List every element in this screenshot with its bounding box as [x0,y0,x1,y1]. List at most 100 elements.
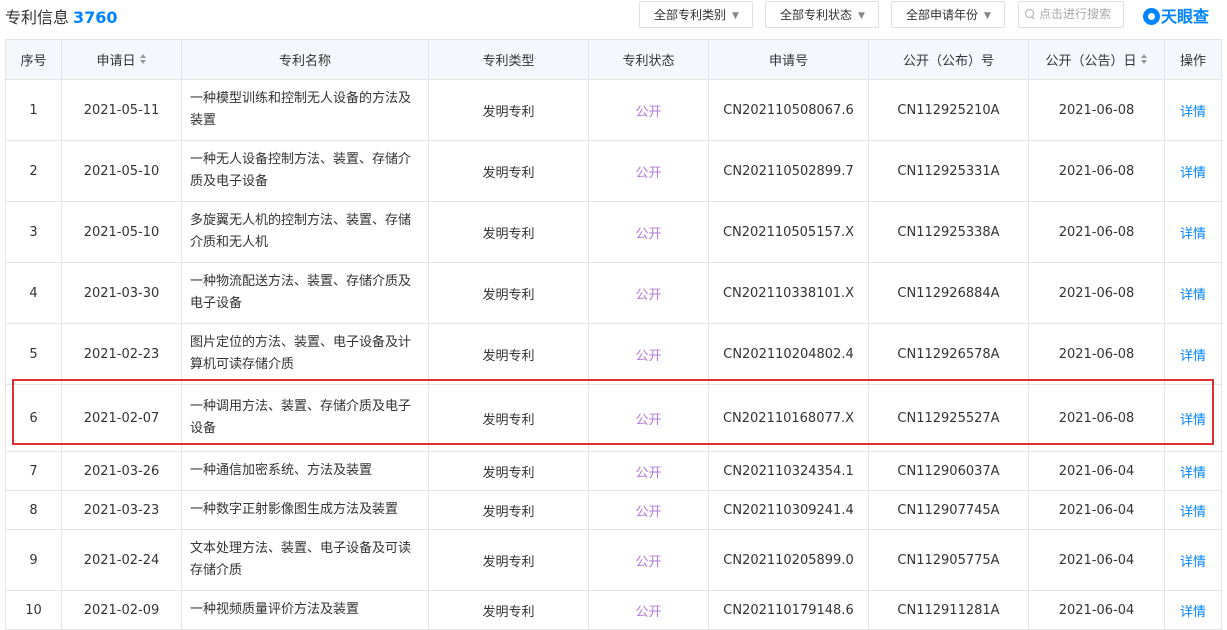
col-header-patent-status: 专利状态 [588,39,709,80]
table-row: 5 2021-02-23 图片定位的方法、装置、电子设备及计算机可读存储介质 发明专利… [5,323,1222,385]
cell-index: 8 [5,490,62,530]
cell-index: 9 [5,529,62,591]
cell-application-number: CN202110505157.X [708,201,869,263]
cell-publication-date: 2021-06-04 [1028,529,1165,591]
cell-patent-status: 公开 [588,490,709,530]
filter-label: 全部专利状态 [780,8,853,22]
search-icon [1025,9,1035,20]
cell-publication-date: 2021-06-04 [1028,451,1165,491]
sort-icon[interactable] [1140,54,1148,66]
cell-patent-status: 公开 [588,451,709,491]
details-link[interactable]: 详情 [1164,201,1222,263]
filter-patent-status[interactable]: 全部专利状态 ▼ [765,1,879,28]
table-row: 7 2021-03-26 一种通信加密系统、方法及装置 发明专利 公开 CN2021103… [5,451,1222,491]
cell-application-number: CN202110168077.X [708,384,869,452]
cell-patent-type: 发明专利 [428,262,589,324]
cell-patent-name: 一种通信加密系统、方法及装置 [181,451,429,491]
details-link[interactable]: 详情 [1164,262,1222,324]
cell-index: 3 [5,201,62,263]
cell-publication-date: 2021-06-08 [1028,79,1165,141]
table-row: 6 2021-02-07 一种调用方法、装置、存储介质及电子设备 发明专利 公开 CN20… [5,384,1222,452]
details-link[interactable]: 详情 [1164,590,1222,630]
page-title: 专利信息 3760 [5,4,118,28]
cell-application-date: 2021-02-23 [61,323,182,385]
cell-application-date: 2021-02-07 [61,384,182,452]
details-link[interactable]: 详情 [1164,490,1222,530]
col-header-publication-number: 公开（公布）号 [868,39,1029,80]
cell-patent-name: 一种调用方法、装置、存储介质及电子设备 [181,384,429,452]
cell-publication-number: CN112911281A [868,590,1029,630]
details-link[interactable]: 详情 [1164,79,1222,141]
cell-patent-name: 一种无人设备控制方法、装置、存储介质及电子设备 [181,140,429,202]
cell-application-number: CN202110204802.4 [708,323,869,385]
filter-application-year[interactable]: 全部申请年份 ▼ [891,1,1005,28]
col-header-application-date[interactable]: 申请日 [61,39,182,80]
search-input[interactable]: 点击进行搜索 [1018,1,1124,28]
cell-index: 2 [5,140,62,202]
cell-patent-type: 发明专利 [428,384,589,452]
details-link[interactable]: 详情 [1164,323,1222,385]
cell-patent-name: 图片定位的方法、装置、电子设备及计算机可读存储介质 [181,323,429,385]
cell-index: 5 [5,323,62,385]
cell-publication-date: 2021-06-08 [1028,262,1165,324]
details-link[interactable]: 详情 [1164,451,1222,491]
cell-index: 10 [5,590,62,630]
cell-publication-number: CN112925331A [868,140,1029,202]
cell-application-number: CN202110338101.X [708,262,869,324]
cell-patent-type: 发明专利 [428,79,589,141]
cell-application-date: 2021-02-09 [61,590,182,630]
cell-patent-status: 公开 [588,140,709,202]
cell-application-number: CN202110309241.4 [708,490,869,530]
cell-application-number: CN202110205899.0 [708,529,869,591]
details-link[interactable]: 详情 [1164,529,1222,591]
sort-icon[interactable] [139,54,147,66]
cell-index: 6 [5,384,62,452]
top-bar: 专利信息 3760 全部专利类别 ▼ 全部专利状态 ▼ 全部申请年份 ▼ 点击进行搜索 … [0,0,1227,38]
chevron-down-icon: ▼ [984,11,991,21]
cell-application-date: 2021-03-30 [61,262,182,324]
cell-application-number: CN202110179148.6 [708,590,869,630]
cell-patent-name: 多旋翼无人机的控制方法、装置、存储介质和无人机 [181,201,429,263]
cell-patent-status: 公开 [588,529,709,591]
cell-publication-date: 2021-06-04 [1028,490,1165,530]
search-placeholder: 点击进行搜索 [1039,7,1112,21]
cell-patent-name: 文本处理方法、装置、电子设备及可读存储介质 [181,529,429,591]
col-header-patent-type: 专利类型 [428,39,589,80]
cell-publication-number: CN112905775A [868,529,1029,591]
cell-patent-type: 发明专利 [428,451,589,491]
col-header-index: 序号 [5,39,62,80]
cell-publication-number: CN112926578A [868,323,1029,385]
filter-patent-category[interactable]: 全部专利类别 ▼ [639,1,753,28]
table-row: 1 2021-05-11 一种模型训练和控制无人设备的方法及装置 发明专利 公开 CN20… [5,79,1222,141]
cell-patent-status: 公开 [588,201,709,263]
cell-publication-date: 2021-06-08 [1028,140,1165,202]
cell-application-date: 2021-05-11 [61,79,182,141]
cell-patent-status: 公开 [588,384,709,452]
cell-patent-type: 发明专利 [428,201,589,263]
patent-count: 3760 [73,8,118,27]
cell-application-date: 2021-02-24 [61,529,182,591]
table-body: 1 2021-05-11 一种模型训练和控制无人设备的方法及装置 发明专利 公开 CN20… [5,79,1222,630]
cell-publication-number: CN112906037A [868,451,1029,491]
table-row: 3 2021-05-10 多旋翼无人机的控制方法、装置、存储介质和无人机 发明专利 公开… [5,201,1222,263]
cell-application-date: 2021-03-26 [61,451,182,491]
details-link[interactable]: 详情 [1164,140,1222,202]
table-row: 4 2021-03-30 一种物流配送方法、装置、存储介质及电子设备 发明专利 公开 CN… [5,262,1222,324]
filter-label: 全部专利类别 [654,8,727,22]
logo-mark-icon [1143,8,1160,25]
title-text: 专利信息 [5,8,70,27]
cell-patent-name: 一种物流配送方法、装置、存储介质及电子设备 [181,262,429,324]
table-header-row: 序号 申请日 专利名称 专利类型 专利状态 申请号 公开（公布）号 公开（公告）… [5,39,1222,80]
cell-patent-status: 公开 [588,262,709,324]
cell-publication-number: CN112925527A [868,384,1029,452]
details-link[interactable]: 详情 [1164,384,1222,452]
logo: 天眼查 [1143,3,1209,26]
cell-index: 4 [5,262,62,324]
col-header-application-number: 申请号 [708,39,869,80]
col-header-patent-name: 专利名称 [181,39,429,80]
col-header-action: 操作 [1164,39,1222,80]
col-header-publication-date[interactable]: 公开（公告）日 [1028,39,1165,80]
cell-patent-type: 发明专利 [428,529,589,591]
cell-application-number: CN202110508067.6 [708,79,869,141]
cell-publication-number: CN112907745A [868,490,1029,530]
